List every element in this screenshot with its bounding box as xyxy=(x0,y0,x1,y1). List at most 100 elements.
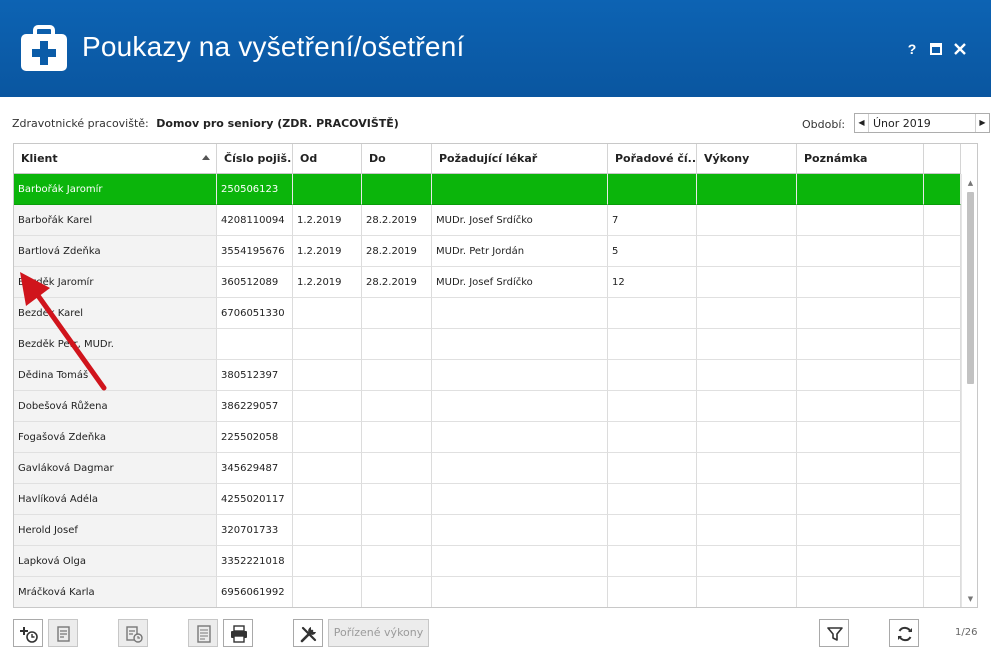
edit-referral-button[interactable] xyxy=(48,619,78,647)
column-header-do[interactable]: Do xyxy=(362,144,432,174)
cell-poradove-cislo xyxy=(608,391,697,422)
maximize-icon xyxy=(930,43,942,55)
cell-pozadujici-lekar: MUDr. Petr Jordán xyxy=(432,236,608,267)
column-header-poznamka[interactable]: Poznámka xyxy=(797,144,924,174)
cell-od xyxy=(293,515,362,546)
table-row[interactable]: Dobešová Růžena 386229057 xyxy=(14,391,961,422)
workplace-label: Zdravotnické pracoviště: xyxy=(12,117,149,130)
table-row[interactable]: Barbořák Jaromír 250506123 xyxy=(14,174,961,205)
history-button[interactable] xyxy=(118,619,148,647)
column-header-klient[interactable]: Klient xyxy=(14,144,217,174)
period-selector[interactable]: ◀ Únor 2019 ▶ xyxy=(854,113,990,133)
scroll-up-icon[interactable]: ▲ xyxy=(962,176,977,190)
cell-cislo-pojistence: 225502058 xyxy=(217,422,293,453)
cell-od xyxy=(293,484,362,515)
document-edit-icon xyxy=(57,626,70,642)
cell-extra xyxy=(924,391,961,422)
cell-cislo-pojistence: 3554195676 xyxy=(217,236,293,267)
cell-klient: Mráčková Karla xyxy=(14,577,217,607)
cell-vykony xyxy=(697,236,797,267)
period-next-button[interactable]: ▶ xyxy=(975,114,989,132)
column-header-cislo-pojistence[interactable]: Číslo pojiš... xyxy=(217,144,293,174)
cell-extra xyxy=(924,484,961,515)
table-row[interactable]: Bartlová Zdeňka 3554195676 1.2.2019 28.2.20… xyxy=(14,236,961,267)
cell-vykony xyxy=(697,391,797,422)
table-row[interactable]: Lapková Olga 3352221018 xyxy=(14,546,961,577)
column-header-pozadujici-lekar[interactable]: Požadující lékař xyxy=(432,144,608,174)
print-button[interactable] xyxy=(223,619,253,647)
cell-poznamka xyxy=(797,453,924,484)
printer-icon xyxy=(231,625,247,643)
add-referral-button[interactable] xyxy=(13,619,43,647)
period-value: Únor 2019 xyxy=(873,117,931,130)
add-clock-icon xyxy=(20,627,38,643)
cell-cislo-pojistence: 6956061992 xyxy=(217,577,293,607)
print-preview-button[interactable] xyxy=(188,619,218,647)
cell-od xyxy=(293,174,362,205)
cell-extra xyxy=(924,329,961,360)
column-header-empty[interactable] xyxy=(924,144,961,174)
cell-cislo-pojistence: 3352221018 xyxy=(217,546,293,577)
table-row[interactable]: Herold Josef 320701733 xyxy=(14,515,961,546)
cell-klient: Barbořák Jaromír xyxy=(14,174,217,205)
table-row[interactable]: Bezděk Jaromír 360512089 1.2.2019 28.2.2019… xyxy=(14,267,961,298)
close-button[interactable] xyxy=(952,41,968,57)
table-row[interactable]: Gavláková Dagmar 345629487 xyxy=(14,453,961,484)
cell-poznamka xyxy=(797,484,924,515)
document-icon xyxy=(197,625,211,643)
period-prev-button[interactable]: ◀ xyxy=(855,114,869,132)
vertical-scrollbar[interactable]: ▲ ▼ xyxy=(961,174,977,607)
cell-extra xyxy=(924,205,961,236)
refresh-icon xyxy=(898,626,912,642)
filter-icon xyxy=(827,627,843,641)
cell-od xyxy=(293,329,362,360)
cell-poradove-cislo: 7 xyxy=(608,205,697,236)
cell-klient: Dobešová Růžena xyxy=(14,391,217,422)
cell-od xyxy=(293,546,362,577)
cell-poradove-cislo xyxy=(608,484,697,515)
column-header-vykony[interactable]: Výkony xyxy=(697,144,797,174)
document-clock-icon xyxy=(126,626,143,643)
clients-grid[interactable]: Klient Číslo pojiš... Od Do Požadující lékař… xyxy=(13,143,978,608)
cell-poradove-cislo xyxy=(608,174,697,205)
cell-vykony xyxy=(697,515,797,546)
cell-poradove-cislo xyxy=(608,422,697,453)
maximize-button[interactable] xyxy=(928,41,944,57)
cell-poradove-cislo: 12 xyxy=(608,267,697,298)
cell-pozadujici-lekar xyxy=(432,453,608,484)
cell-poradove-cislo xyxy=(608,298,697,329)
cell-poznamka xyxy=(797,391,924,422)
table-row[interactable]: Fogašová Zdeňka 225502058 xyxy=(14,422,961,453)
tools-button[interactable] xyxy=(293,619,323,647)
cell-do xyxy=(362,298,432,329)
cell-do xyxy=(362,453,432,484)
help-button[interactable]: ? xyxy=(904,41,920,57)
table-row[interactable]: Mráčková Karla 6956061992 xyxy=(14,577,961,607)
table-row[interactable]: Bezděk Karel 6706051330 xyxy=(14,298,961,329)
cell-cislo-pojistence: 360512089 xyxy=(217,267,293,298)
scroll-down-icon[interactable]: ▼ xyxy=(962,592,977,606)
scroll-thumb[interactable] xyxy=(967,192,974,384)
cell-pozadujici-lekar xyxy=(432,577,608,607)
column-header-od[interactable]: Od xyxy=(293,144,362,174)
table-row[interactable]: Bezděk Petr, MUDr. xyxy=(14,329,961,360)
cell-vykony xyxy=(697,484,797,515)
refresh-button[interactable] xyxy=(889,619,919,647)
cell-vykony xyxy=(697,577,797,607)
cell-vykony xyxy=(697,298,797,329)
cell-do xyxy=(362,577,432,607)
table-row[interactable]: Havlíková Adéla 4255020117 xyxy=(14,484,961,515)
cell-cislo-pojistence xyxy=(217,329,293,360)
column-header-poradove-cislo[interactable]: Pořadové čí... xyxy=(608,144,697,174)
close-icon xyxy=(954,43,966,55)
cell-klient: Herold Josef xyxy=(14,515,217,546)
table-row[interactable]: Dědina Tomáš 380512397 xyxy=(14,360,961,391)
table-row[interactable]: Barbořák Karel 4208110094 1.2.2019 28.2.201… xyxy=(14,205,961,236)
cell-poznamka xyxy=(797,236,924,267)
cell-poradove-cislo xyxy=(608,329,697,360)
title-bar: Poukazy na vyšetření/ošetření ? xyxy=(0,0,991,97)
cell-poradove-cislo: 5 xyxy=(608,236,697,267)
filter-button[interactable] xyxy=(819,619,849,647)
obtained-services-button[interactable]: Pořízené výkony xyxy=(328,619,429,647)
cell-do: 28.2.2019 xyxy=(362,267,432,298)
